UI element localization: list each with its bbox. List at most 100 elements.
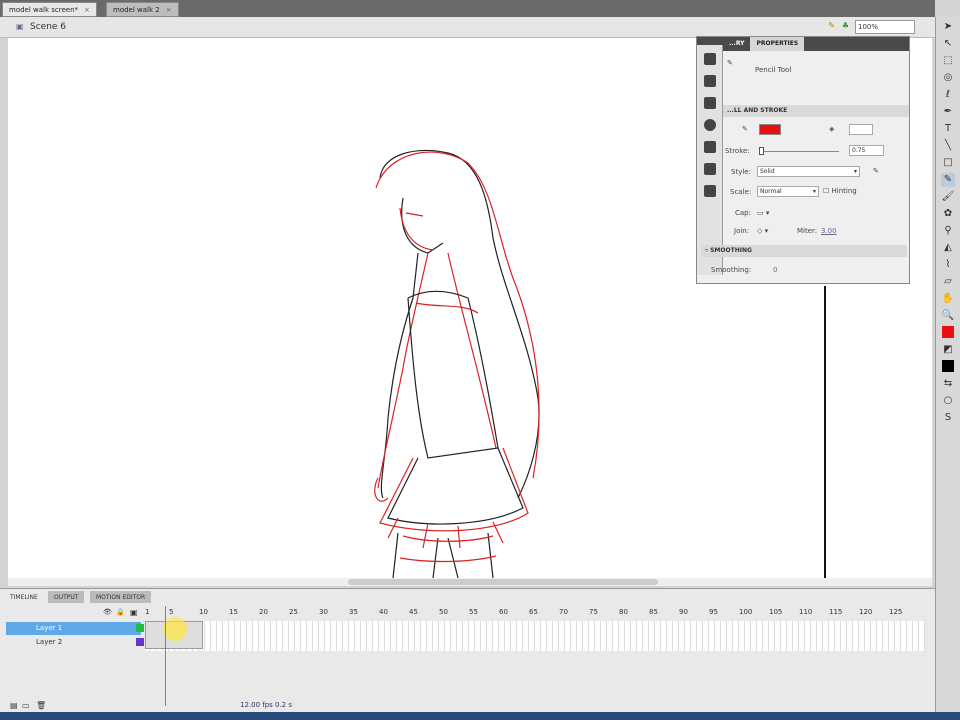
scene-label[interactable]: Scene 6 bbox=[30, 22, 66, 32]
frame-ruler[interactable]: 1 5 10 15 20 25 30 35 40 45 50 55 60 65 70 75 80 85 90 95 10… bbox=[145, 607, 905, 619]
stroke-input[interactable]: 0.75 bbox=[849, 145, 884, 156]
stroke-color-icon[interactable] bbox=[941, 326, 955, 340]
deco-tool-icon[interactable]: ✿ bbox=[941, 207, 955, 221]
smoothing-value[interactable]: 0 bbox=[773, 266, 777, 274]
hinting-checkbox[interactable]: ☐ Hinting bbox=[823, 187, 857, 195]
fill-stroke-section[interactable]: ...LL AND STROKE bbox=[723, 105, 909, 117]
rectangle-tool-icon[interactable]: □ bbox=[941, 156, 955, 170]
new-layer-icon[interactable]: ▤ bbox=[10, 701, 18, 710]
layer-name: Layer 1 bbox=[36, 624, 63, 632]
black-white-icon[interactable] bbox=[941, 360, 955, 374]
close-icon[interactable]: × bbox=[84, 6, 90, 14]
paint-bucket-icon[interactable]: ◭ bbox=[941, 241, 955, 255]
selection-tool-icon[interactable]: ➤ bbox=[941, 20, 955, 34]
frame-number: 20 bbox=[259, 608, 268, 616]
fill-color-icon[interactable]: ◩ bbox=[941, 343, 955, 357]
info-icon[interactable] bbox=[703, 119, 716, 131]
frame-number: 95 bbox=[709, 608, 718, 616]
style-select[interactable]: Solid ▾ bbox=[757, 166, 860, 177]
align-icon[interactable] bbox=[703, 97, 716, 109]
frame-number: 1 bbox=[145, 608, 150, 616]
eyedropper-icon[interactable]: ⌇ bbox=[941, 258, 955, 272]
doc-tab-model-walk-2[interactable]: model walk 2 × bbox=[106, 2, 179, 17]
tab-timeline[interactable]: TIMELINE bbox=[4, 591, 44, 603]
scroll-thumb[interactable] bbox=[348, 579, 658, 585]
fps-value[interactable]: 12.00 fps bbox=[240, 701, 273, 709]
scale-value: Normal bbox=[760, 188, 782, 195]
cap-select[interactable]: ▭ ▾ bbox=[757, 209, 769, 217]
new-folder-icon[interactable]: ▭ bbox=[22, 701, 30, 710]
playhead[interactable] bbox=[165, 606, 166, 706]
free-transform-tool-icon[interactable]: ⬚ bbox=[941, 54, 955, 68]
chevron-down-icon: ▾ bbox=[853, 168, 857, 175]
line-tool-icon[interactable]: ╲ bbox=[941, 139, 955, 153]
swap-colors-icon[interactable]: ⇆ bbox=[941, 377, 955, 391]
style-label: Style: bbox=[731, 168, 751, 176]
brush-tool-icon[interactable]: 🖌 bbox=[941, 190, 955, 204]
subselection-tool-icon[interactable]: ↖ bbox=[941, 37, 955, 51]
timeline-panel: TIMELINE OUTPUT MOTION EDITOR 👁 🔒 ▣ 1 5 10… bbox=[0, 588, 935, 712]
3d-rotation-tool-icon[interactable]: ◎ bbox=[941, 71, 955, 85]
frame-number: 55 bbox=[469, 608, 478, 616]
fill-icon: ◈ bbox=[829, 125, 835, 133]
tools-panel: ➤ ↖ ⬚ ◎ ℓ ✒ T ╲ □ ✎ 🖌 ✿ ⚲ ◭ ⌇ ▱ ✋ 🔍 ◩ ⇆ … bbox=[935, 17, 960, 712]
eye-icon[interactable]: 👁 bbox=[103, 608, 112, 616]
transform-icon[interactable] bbox=[703, 141, 716, 153]
frame-grid[interactable] bbox=[145, 617, 925, 651]
frame-number: 80 bbox=[619, 608, 628, 616]
stroke-slider[interactable] bbox=[759, 147, 839, 155]
miter-value[interactable]: 3.00 bbox=[821, 227, 837, 235]
zoom-tool-icon[interactable]: 🔍 bbox=[941, 309, 955, 323]
tab-library[interactable]: ...RY bbox=[723, 37, 750, 51]
edit-bar: ▣ Scene 6 ✎ ♣ 100% bbox=[0, 17, 935, 38]
bone-tool-icon[interactable]: ⚲ bbox=[941, 224, 955, 238]
fill-color-swatch[interactable] bbox=[849, 124, 873, 135]
lasso-tool-icon[interactable]: ℓ bbox=[941, 88, 955, 102]
layer-name: Layer 2 bbox=[36, 638, 63, 646]
color-icon[interactable] bbox=[703, 75, 716, 87]
zoom-select[interactable]: 100% bbox=[855, 20, 915, 34]
tool-name: Pencil Tool bbox=[755, 66, 792, 74]
tab-properties[interactable]: PROPERTIES bbox=[750, 37, 805, 51]
join-select[interactable]: ◇ ▾ bbox=[757, 227, 768, 235]
outline-icon[interactable]: ▣ bbox=[130, 608, 138, 617]
smoothing-section[interactable]: ▿ SMOOTHING bbox=[701, 245, 907, 257]
frame-number: 105 bbox=[769, 608, 783, 616]
edit-scene-icon[interactable]: ♣ bbox=[842, 21, 849, 30]
delete-layer-icon[interactable]: 🗑 bbox=[36, 701, 46, 710]
smoothing-label: Smoothing: bbox=[711, 266, 752, 274]
frame-number: 30 bbox=[319, 608, 328, 616]
tab-output[interactable]: OUTPUT bbox=[48, 591, 85, 603]
frame-number: 35 bbox=[349, 608, 358, 616]
pen-tool-icon[interactable]: ✒ bbox=[941, 105, 955, 119]
scale-select[interactable]: Normal ▾ bbox=[757, 186, 819, 197]
doc-tab-model-walk-screen[interactable]: model walk screen* × bbox=[2, 2, 97, 17]
close-icon[interactable]: × bbox=[166, 6, 172, 14]
frame-number: 60 bbox=[499, 608, 508, 616]
pencil-tool-icon[interactable]: ✎ bbox=[941, 173, 955, 187]
edit-symbols-icon[interactable]: ✎ bbox=[828, 21, 835, 30]
layer-color-swatch bbox=[136, 624, 144, 632]
text-tool-icon[interactable]: T bbox=[941, 122, 955, 136]
layer-row-1[interactable]: Layer 1 bbox=[6, 622, 144, 635]
eraser-icon[interactable]: ▱ bbox=[941, 275, 955, 289]
lock-icon[interactable]: 🔒 bbox=[116, 608, 125, 616]
motion-presets-icon[interactable] bbox=[703, 185, 716, 197]
hand-tool-icon[interactable]: ✋ bbox=[941, 292, 955, 306]
document-tabs: model walk screen* × model walk 2 × bbox=[0, 0, 935, 17]
smoothing-option-icon[interactable]: S bbox=[941, 411, 955, 425]
horizontal-scrollbar[interactable] bbox=[8, 578, 932, 586]
cursor-highlight bbox=[163, 617, 187, 641]
layer-row-2[interactable]: Layer 2 bbox=[6, 636, 144, 649]
frame-number: 5 bbox=[169, 608, 174, 616]
stroke-color-swatch[interactable] bbox=[759, 124, 781, 135]
panel-icon-strip bbox=[697, 45, 723, 275]
library-icon[interactable] bbox=[703, 53, 716, 65]
components-icon[interactable] bbox=[703, 163, 716, 175]
edit-stroke-style-icon[interactable]: ✎ bbox=[873, 167, 879, 175]
object-drawing-icon[interactable]: ○ bbox=[941, 394, 955, 408]
frame-number: 115 bbox=[829, 608, 843, 616]
layer-color-swatch bbox=[136, 638, 144, 646]
properties-panel: ...RY PROPERTIES ✎ Pencil Tool ...LL AND… bbox=[696, 36, 910, 284]
tab-motion-editor[interactable]: MOTION EDITOR bbox=[90, 591, 152, 603]
